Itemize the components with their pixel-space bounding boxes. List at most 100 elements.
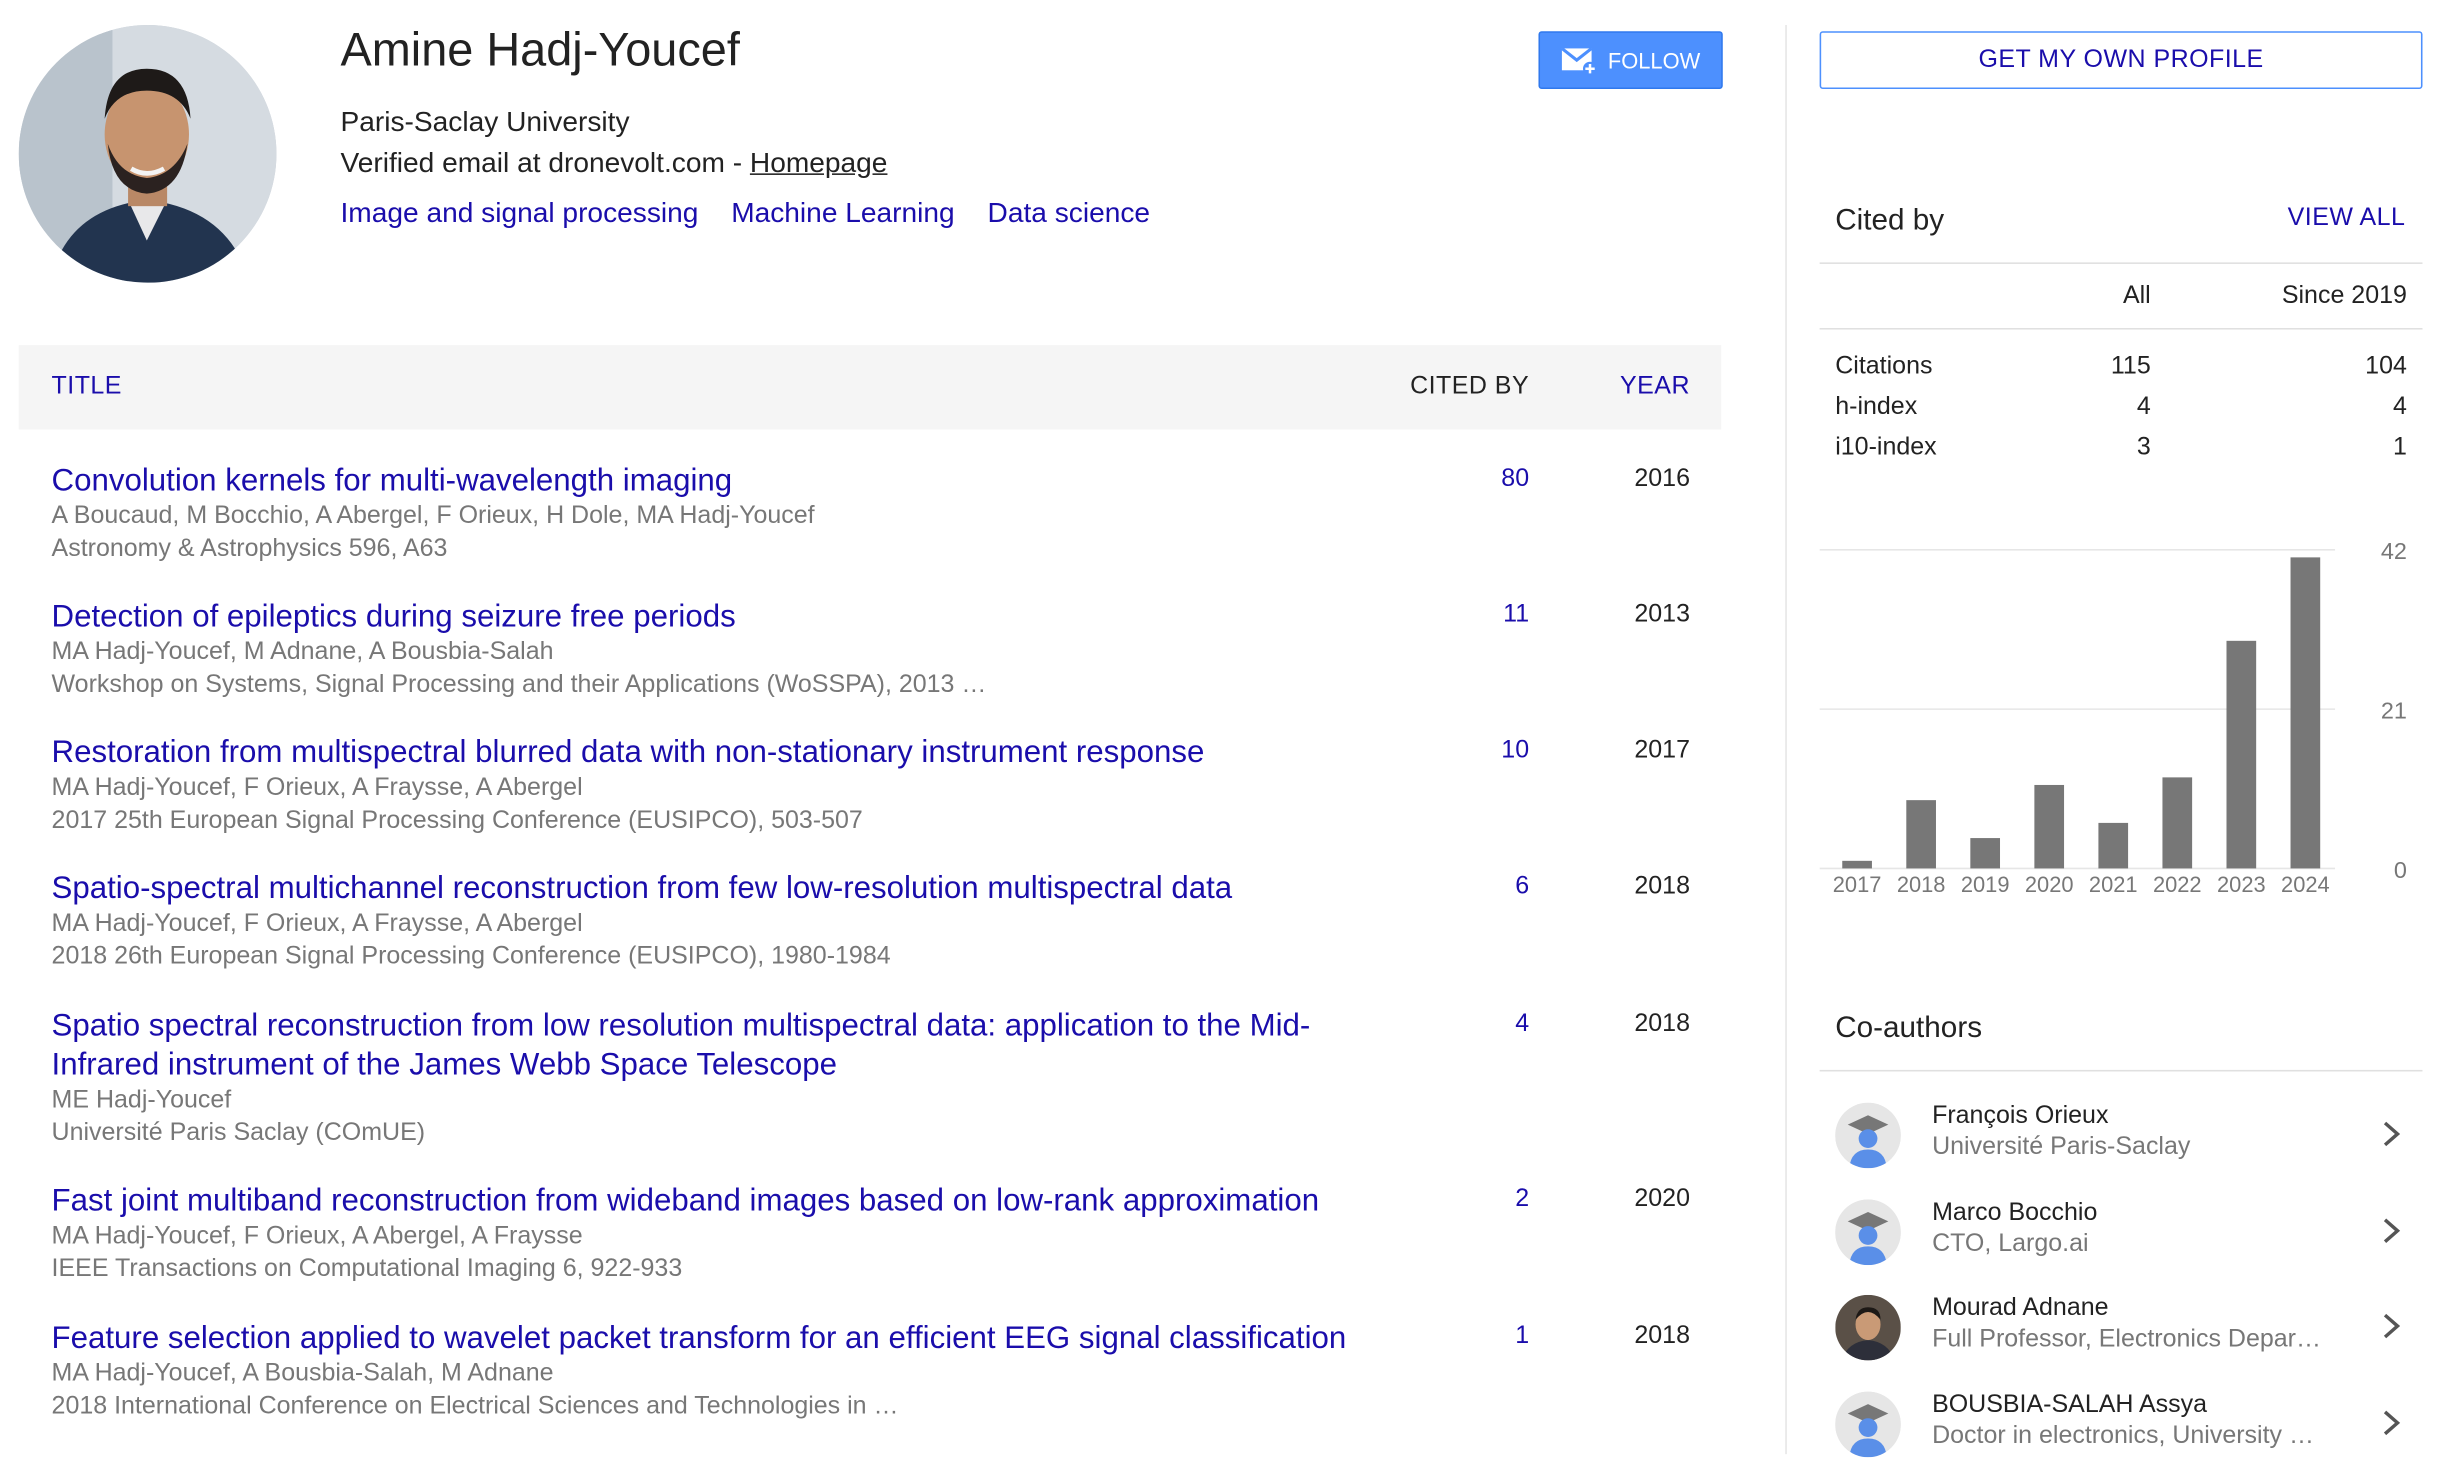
stats-all-value: 115 bbox=[2110, 352, 2151, 380]
article-cited-by-link[interactable]: 6 bbox=[1449, 873, 1529, 901]
stats-col-since: Since 2019 bbox=[2281, 282, 2407, 310]
stats-since-value: 1 bbox=[2392, 434, 2407, 461]
profile-email-line: Verified email at dronevolt.com - Homepa… bbox=[340, 147, 887, 180]
citations-bar-chart: 0 21 42 2017 2018 2019 2020 2021 2022 2023 2024 bbox=[1819, 538, 2407, 897]
verified-email-text: Verified email at dronevolt.com - bbox=[340, 146, 750, 179]
coauthor-affiliation: Full Professor, Electronics Depar… bbox=[1932, 1326, 2321, 1353]
article-cited-by-link[interactable]: 4 bbox=[1449, 1011, 1529, 1039]
coauthor-name[interactable]: BOUSBIA-SALAH Assya bbox=[1932, 1392, 2207, 1420]
stats-row-h-index: h-index 4 4 bbox=[1820, 394, 2423, 428]
article-authors: MA Hadj-Youcef, M Adnane, A Bousbia-Sala… bbox=[51, 638, 554, 666]
article-title-link[interactable]: Restoration from multispectral blurred d… bbox=[52, 734, 1395, 773]
citations-per-year-chart: 0 21 42 2017 2018 2019 2020 2021 2022 2023 2024 bbox=[1819, 523, 2423, 913]
article-venue: 2018 International Conference on Electri… bbox=[51, 1392, 899, 1419]
article-year: 2020 bbox=[1634, 1185, 1690, 1213]
article-authors: MA Hadj-Youcef, F Orieux, A Abergel, A F… bbox=[51, 1222, 583, 1250]
article-cited-by-link[interactable]: 2 bbox=[1449, 1185, 1529, 1213]
article-venue: Astronomy & Astrophysics 596, A63 bbox=[51, 534, 448, 562]
interest-link[interactable]: Machine Learning bbox=[731, 197, 955, 230]
placeholder-avatar-icon bbox=[1835, 1102, 1901, 1169]
article-cited-by-link[interactable]: 80 bbox=[1449, 465, 1529, 493]
article-title-link[interactable]: Fast joint multiband reconstruction from… bbox=[52, 1182, 1395, 1221]
chart-bar[interactable] bbox=[2098, 822, 2129, 869]
divider bbox=[1819, 262, 2423, 264]
chart-bar[interactable] bbox=[1842, 860, 1872, 869]
chart-bar[interactable] bbox=[2034, 784, 2065, 869]
article-venue: Workshop on Systems, Signal Processing a… bbox=[51, 670, 987, 698]
interest-link[interactable]: Data science bbox=[988, 197, 1151, 230]
coauthor-item[interactable]: BOUSBIA-SALAH Assya Doctor in electronic… bbox=[1820, 1382, 2423, 1468]
coauthors-title: Co-authors bbox=[1835, 1012, 1983, 1045]
article-title-link[interactable]: Convolution kernels for multi-wavelength… bbox=[52, 462, 1395, 501]
article-row: Spatio spectral reconstruction from low … bbox=[52, 1007, 1692, 1149]
article-authors: MA Hadj-Youcef, F Orieux, A Fraysse, A A… bbox=[51, 910, 583, 938]
chart-x-tick-label: 2024 bbox=[2281, 872, 2330, 897]
get-my-own-profile-button[interactable]: GET MY OWN PROFILE bbox=[1819, 31, 2423, 90]
chevron-right-icon[interactable] bbox=[2376, 1307, 2407, 1344]
view-all-citations-link[interactable]: VIEW ALL bbox=[2288, 205, 2406, 233]
divider bbox=[1819, 1069, 2423, 1072]
stats-label[interactable]: Citations bbox=[1835, 353, 1932, 381]
homepage-link[interactable]: Homepage bbox=[750, 147, 888, 178]
chart-x-tick-label: 2022 bbox=[2153, 872, 2202, 897]
column-divider bbox=[1785, 24, 1787, 1455]
coauthor-item[interactable]: Mourad Adnane Full Professor, Electronic… bbox=[1820, 1285, 2423, 1371]
chevron-right-icon[interactable] bbox=[2376, 1404, 2407, 1441]
chart-x-tick-label: 2020 bbox=[2025, 872, 2074, 897]
article-venue: Université Paris Saclay (COmUE) bbox=[51, 1119, 426, 1146]
article-title-link[interactable]: Spatio-spectral multichannel reconstruct… bbox=[52, 870, 1395, 909]
stats-row-citations: Citations 115 104 bbox=[1820, 353, 2423, 387]
chart-bar[interactable] bbox=[1970, 838, 2001, 869]
chart-bar[interactable] bbox=[2162, 777, 2193, 869]
stats-all-value: 3 bbox=[2136, 434, 2151, 461]
article-venue: 2017 25th European Signal Processing Con… bbox=[51, 806, 863, 834]
follow-button[interactable]: FOLLOW bbox=[1538, 31, 1723, 90]
follow-label: FOLLOW bbox=[1607, 47, 1701, 73]
sort-by-year[interactable]: YEAR bbox=[1620, 373, 1690, 401]
coauthor-item[interactable]: Marco Bocchio CTO, Largo.ai bbox=[1820, 1190, 2423, 1276]
article-authors: MA Hadj-Youcef, A Bousbia-Salah, M Adnan… bbox=[51, 1360, 554, 1387]
coauthor-affiliation: CTO, Largo.ai bbox=[1932, 1230, 2089, 1258]
article-title-link[interactable]: Feature selection applied to wavelet pac… bbox=[52, 1320, 1395, 1359]
sort-by-title[interactable]: TITLE bbox=[52, 373, 122, 401]
article-year: 2018 bbox=[1634, 1322, 1690, 1350]
article-title-link[interactable]: Detection of epileptics during seizure f… bbox=[52, 598, 1395, 637]
article-year: 2017 bbox=[1634, 737, 1690, 764]
article-year: 2018 bbox=[1634, 1010, 1690, 1038]
scholar-profile-page: Amine Hadj-Youcef Paris-Saclay Universit… bbox=[0, 0, 2446, 1460]
coauthor-item[interactable]: François Orieux Université Paris-Saclay bbox=[1820, 1093, 2423, 1179]
stats-since-value: 104 bbox=[2365, 352, 2407, 380]
stats-since-value: 4 bbox=[2392, 393, 2407, 421]
interest-link[interactable]: Image and signal processing bbox=[340, 197, 698, 230]
article-cited-by-link[interactable]: 11 bbox=[1449, 601, 1529, 629]
article-year: 2016 bbox=[1634, 465, 1690, 492]
chart-x-tick-label: 2021 bbox=[2089, 872, 2138, 897]
chart-x-tick-label: 2019 bbox=[1961, 872, 2010, 897]
stats-label[interactable]: i10-index bbox=[1835, 434, 1936, 462]
coauthor-name[interactable]: François Orieux bbox=[1932, 1103, 2108, 1131]
articles-table-header: TITLE CITED BY YEAR bbox=[18, 345, 1722, 430]
article-authors: MA Hadj-Youcef, F Orieux, A Fraysse, A A… bbox=[51, 774, 583, 802]
coauthor-affiliation: Doctor in electronics, University … bbox=[1932, 1422, 2314, 1450]
profile-name: Amine Hadj-Youcef bbox=[340, 24, 740, 77]
chart-bar[interactable] bbox=[2226, 640, 2257, 869]
article-row: Detection of epileptics during seizure f… bbox=[52, 598, 1692, 701]
chart-bar[interactable] bbox=[1906, 800, 1936, 869]
article-cited-by-link[interactable]: 1 bbox=[1449, 1323, 1529, 1351]
article-title-link[interactable]: Spatio spectral reconstruction from low … bbox=[52, 1007, 1395, 1085]
chart-x-tick-label: 2017 bbox=[1833, 872, 1882, 897]
coauthor-photo bbox=[1835, 1294, 1901, 1361]
article-row: Spatio-spectral multichannel reconstruct… bbox=[52, 870, 1692, 973]
profile-affiliation: Paris-Saclay University bbox=[340, 106, 630, 138]
chart-bar[interactable] bbox=[2290, 557, 2321, 869]
chart-y-tick-label: 21 bbox=[2381, 697, 2407, 723]
stats-label[interactable]: h-index bbox=[1835, 394, 1917, 422]
coauthor-name[interactable]: Marco Bocchio bbox=[1932, 1200, 2097, 1228]
chart-x-tick-label: 2018 bbox=[1897, 872, 1946, 897]
article-cited-by-link[interactable]: 10 bbox=[1449, 737, 1529, 765]
article-year: 2018 bbox=[1634, 873, 1690, 900]
chevron-right-icon[interactable] bbox=[2376, 1212, 2407, 1249]
coauthor-name[interactable]: Mourad Adnane bbox=[1932, 1295, 2108, 1323]
article-year: 2013 bbox=[1634, 601, 1690, 628]
chevron-right-icon[interactable] bbox=[2376, 1115, 2407, 1152]
